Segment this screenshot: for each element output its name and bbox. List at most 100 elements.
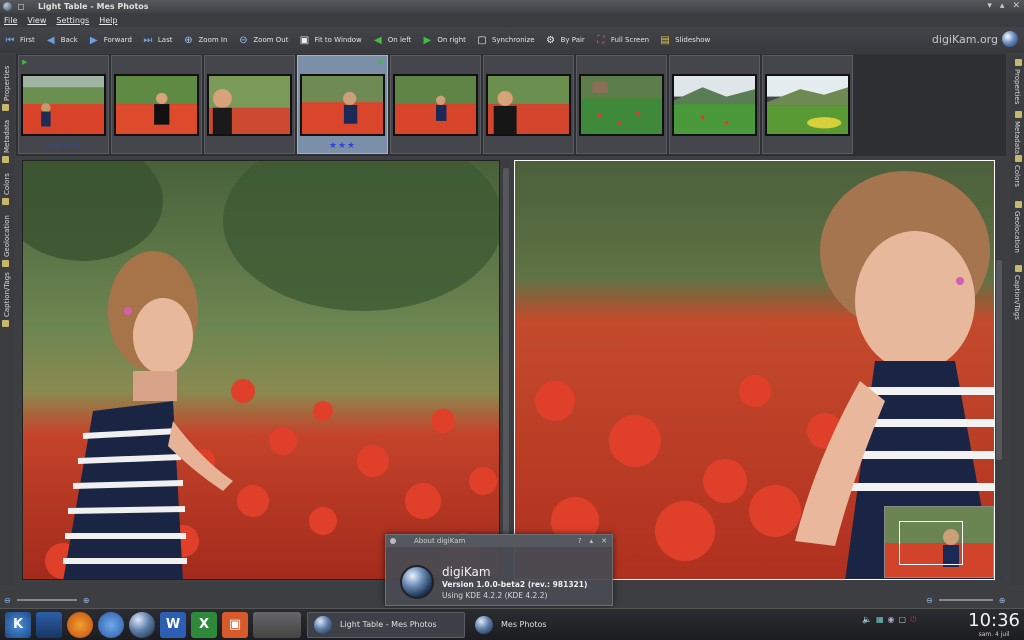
menu-file[interactable]: File bbox=[4, 16, 17, 25]
clock[interactable]: 10:36 sam. 4 juil bbox=[968, 611, 1020, 639]
right-tab-caption-tags[interactable]: Caption/Tags bbox=[1013, 265, 1022, 320]
right-tab-properties[interactable]: Properties bbox=[1013, 59, 1022, 104]
digikam-launcher-icon[interactable] bbox=[129, 611, 155, 638]
maximize-icon[interactable]: ▴ bbox=[590, 537, 594, 545]
right-tab-metadata[interactable]: Metadata bbox=[1013, 111, 1022, 154]
left-tab-geolocation[interactable]: Geolocation bbox=[2, 215, 11, 267]
task-mes-photos[interactable]: Mes Photos bbox=[469, 612, 619, 638]
thumbnail-bar: ▶ ☆☆☆☆ ▶ ★★★ bbox=[16, 54, 1006, 156]
scrollbar-handle[interactable] bbox=[996, 260, 1002, 460]
desktop-icon[interactable] bbox=[36, 611, 62, 638]
scrollbar-handle[interactable] bbox=[503, 168, 509, 568]
notes-icon[interactable]: ▢ bbox=[899, 615, 907, 625]
app-icon[interactable] bbox=[3, 2, 12, 11]
menu-view[interactable]: View bbox=[27, 16, 46, 25]
zoom-in-icon[interactable]: ⊕ bbox=[83, 596, 90, 605]
left-zoom-slider[interactable]: ⊖ ⊕ bbox=[4, 594, 89, 606]
clock-date: sam. 4 juil bbox=[978, 631, 1010, 638]
arrow-right-icon: ▶ bbox=[423, 34, 432, 46]
power-icon[interactable]: ⏻ bbox=[910, 615, 916, 625]
metadata-icon bbox=[1015, 111, 1022, 118]
visible-region-frame[interactable] bbox=[899, 521, 963, 565]
zoom-in-button[interactable]: ⊕ Zoom In bbox=[182, 34, 227, 46]
fullscreen-button[interactable]: ⛶ Full Screen bbox=[595, 34, 649, 46]
slideshow-icon: ▤ bbox=[660, 34, 670, 46]
network-icon[interactable]: ▦ bbox=[876, 615, 884, 625]
fit-window-button[interactable]: ▣ Fit to Window bbox=[299, 34, 362, 46]
slideshow-button[interactable]: ▤ Slideshow bbox=[659, 34, 710, 46]
zoom-out-icon[interactable]: ⊖ bbox=[4, 596, 11, 605]
rating-stars[interactable]: ★★★ bbox=[298, 141, 387, 151]
thumbnail-item[interactable] bbox=[390, 55, 481, 154]
zoom-track[interactable] bbox=[16, 599, 77, 601]
forward-button[interactable]: ▶ Forward bbox=[88, 34, 132, 46]
thumbnail-item[interactable] bbox=[204, 55, 295, 154]
thumbnail-item[interactable] bbox=[483, 55, 574, 154]
digikam-brand: digiKam.org bbox=[932, 31, 1018, 47]
left-tab-properties[interactable]: Properties bbox=[2, 66, 11, 111]
thumbnail-image bbox=[114, 74, 199, 136]
about-dialog[interactable]: About digiKam ? ▴ ✕ digiKam Version 1.0.… bbox=[385, 534, 613, 606]
word-icon[interactable]: W bbox=[160, 611, 186, 638]
zoom-in-icon[interactable]: ⊕ bbox=[999, 596, 1006, 605]
thumbnail-item[interactable] bbox=[762, 55, 853, 154]
about-dialog-header[interactable]: About digiKam ? ▴ ✕ bbox=[386, 535, 612, 547]
left-preview-pane[interactable] bbox=[22, 160, 500, 580]
thumbnail-image bbox=[765, 74, 850, 136]
zoom-track[interactable] bbox=[938, 599, 993, 601]
brand-text: digiKam.org bbox=[931, 32, 998, 46]
rating-stars[interactable]: ☆☆☆☆ bbox=[19, 141, 108, 151]
zoom-out-button[interactable]: ⊖ Zoom Out bbox=[237, 34, 288, 46]
impress-icon[interactable]: ▣ bbox=[222, 611, 248, 638]
close-icon[interactable]: ✕ bbox=[601, 537, 607, 545]
right-pane-scrollbar[interactable] bbox=[995, 160, 1003, 580]
help-icon[interactable]: ? bbox=[578, 537, 582, 545]
by-pair-button[interactable]: ⚙ By Pair bbox=[545, 34, 585, 46]
left-tab-caption-tags[interactable]: Caption/Tags bbox=[2, 272, 11, 327]
pager-icon[interactable] bbox=[253, 611, 301, 638]
task-light-table[interactable]: Light Table - Mes Photos bbox=[307, 611, 465, 638]
close-icon[interactable]: ✕ bbox=[1012, 1, 1020, 11]
left-tab-colors[interactable]: Colors bbox=[2, 173, 11, 205]
left-tab-metadata[interactable]: Metadata bbox=[2, 120, 11, 163]
volume-icon[interactable]: 🔈 bbox=[862, 615, 872, 625]
right-tab-colors[interactable]: Colors bbox=[1013, 155, 1022, 187]
back-button[interactable]: ◀ Back bbox=[45, 34, 78, 46]
colors-icon bbox=[2, 198, 9, 205]
properties-icon bbox=[2, 104, 9, 111]
zoom-out-icon[interactable]: ⊖ bbox=[926, 596, 933, 605]
thumbnail-item[interactable] bbox=[111, 55, 202, 154]
on-left-button[interactable]: ◀ On left bbox=[372, 34, 411, 46]
firefox-icon[interactable] bbox=[67, 611, 93, 638]
on-right-button[interactable]: ▶ On right bbox=[421, 34, 465, 46]
caption-tags-icon bbox=[1015, 265, 1022, 272]
dialog-app-icon bbox=[390, 538, 396, 544]
pin-icon[interactable] bbox=[18, 3, 24, 10]
toolbar: ⏮ First ◀ Back ▶ Forward ⏭ Last ⊕ Zoom In ⊖ Zo… bbox=[0, 27, 1024, 53]
forward-arrow-icon: ▶ bbox=[89, 34, 98, 46]
thumbnail-item[interactable] bbox=[576, 55, 667, 154]
left-pane-scrollbar[interactable] bbox=[502, 160, 510, 580]
first-button[interactable]: ⏮ First bbox=[4, 34, 35, 46]
navigation-panner[interactable] bbox=[884, 506, 994, 578]
minimize-icon[interactable]: ▾ bbox=[987, 1, 992, 11]
first-arrow-icon: ⏮ bbox=[5, 34, 15, 46]
thumbnail-item[interactable] bbox=[669, 55, 760, 154]
synchronize-icon: ▢ bbox=[477, 34, 487, 46]
digikam-icon bbox=[475, 615, 493, 634]
last-button[interactable]: ⏭ Last bbox=[142, 34, 172, 46]
about-kde-version: Using KDE 4.2.2 (KDE 4.2.2) bbox=[442, 591, 548, 600]
menu-help[interactable]: Help bbox=[99, 16, 117, 25]
thumbnail-item-selected[interactable]: ▶ ★★★ bbox=[297, 55, 388, 154]
menu-settings[interactable]: Settings bbox=[56, 16, 89, 25]
excel-icon[interactable]: X bbox=[191, 611, 217, 638]
maximize-icon[interactable]: ▴ bbox=[1000, 1, 1005, 11]
kde-menu-icon[interactable]: K bbox=[5, 611, 31, 638]
synchronize-button[interactable]: ▢ Synchronize bbox=[476, 34, 534, 46]
thunderbird-icon[interactable] bbox=[98, 611, 124, 638]
fit-window-icon: ▣ bbox=[299, 34, 310, 46]
right-tab-geolocation[interactable]: Geolocation bbox=[1013, 201, 1022, 253]
thumbnail-item[interactable]: ▶ ☆☆☆☆ bbox=[18, 55, 109, 154]
update-icon[interactable]: ◉ bbox=[888, 615, 895, 625]
right-zoom-slider[interactable]: ⊖ ⊕ bbox=[926, 594, 1005, 606]
